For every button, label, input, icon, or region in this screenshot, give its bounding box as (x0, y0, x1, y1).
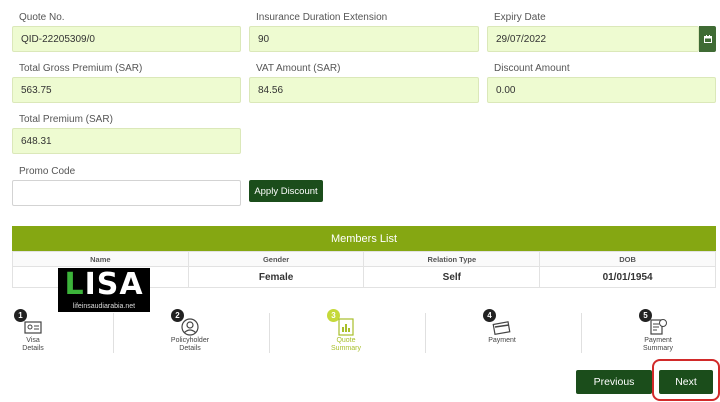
expiry-date-label: Expiry Date (494, 12, 546, 23)
members-list-header: Members List (12, 226, 716, 251)
column-dob: DOB (539, 251, 716, 267)
receipt-icon (650, 319, 667, 335)
vat-amount-label: VAT Amount (SAR) (256, 63, 341, 74)
quote-no-label: Quote No. (19, 12, 65, 23)
column-relation-type: Relation Type (363, 251, 541, 267)
insurance-duration-label: Insurance Duration Extension (256, 12, 388, 23)
calendar-button[interactable] (699, 26, 716, 52)
total-gross-premium-field[interactable] (12, 77, 241, 103)
calendar-icon (703, 35, 712, 43)
column-name: Name (12, 251, 189, 267)
quote-no-field[interactable] (12, 26, 241, 52)
promo-code-input[interactable] (12, 180, 241, 206)
column-gender: Gender (187, 251, 365, 267)
member-dob: 01/01/1954 (539, 266, 716, 288)
step-label-1: Visa Details (22, 337, 44, 352)
previous-button[interactable]: Previous (576, 370, 652, 394)
step-quote-summary[interactable]: 3 Quote Summary (276, 305, 416, 357)
watermark-text: LISA (64, 267, 144, 302)
step-divider (425, 313, 426, 353)
step-payment[interactable]: 4 Payment (432, 305, 572, 357)
total-gross-premium-label: Total Gross Premium (SAR) (19, 63, 143, 74)
person-icon (181, 318, 199, 336)
member-relation: Self (363, 266, 541, 288)
step-policyholder-details[interactable]: 2 Policyholder Details (120, 305, 260, 357)
step-divider (113, 313, 114, 353)
step-divider (269, 313, 270, 353)
promo-code-label: Promo Code (19, 166, 76, 177)
vat-amount-field[interactable] (249, 77, 479, 103)
step-label-5: Payment Summary (643, 337, 673, 352)
apply-discount-button[interactable]: Apply Discount (249, 180, 323, 202)
visa-card-icon (24, 321, 42, 334)
next-button[interactable]: Next (659, 370, 713, 394)
step-label-2: Policyholder Details (170, 337, 210, 352)
total-premium-field[interactable] (12, 128, 241, 154)
member-gender: Female (187, 266, 365, 288)
payment-card-icon (492, 321, 511, 336)
insurance-duration-field[interactable] (249, 26, 479, 52)
chart-document-icon (338, 318, 354, 336)
step-label-4: Payment (488, 337, 516, 344)
step-label-3: Quote Summary (331, 337, 361, 352)
members-table-header-row: Name Gender Relation Type DOB (12, 251, 716, 267)
step-divider (581, 313, 582, 353)
discount-amount-field[interactable] (487, 77, 716, 103)
progress-steps: 1 Visa Details 2 Policyholder Details 3 Qu… (12, 305, 716, 357)
total-premium-label: Total Premium (SAR) (19, 114, 113, 125)
expiry-date-field[interactable] (487, 26, 699, 52)
step-payment-summary[interactable]: 5 Payment Summary (588, 305, 720, 357)
discount-amount-label: Discount Amount (494, 63, 570, 74)
